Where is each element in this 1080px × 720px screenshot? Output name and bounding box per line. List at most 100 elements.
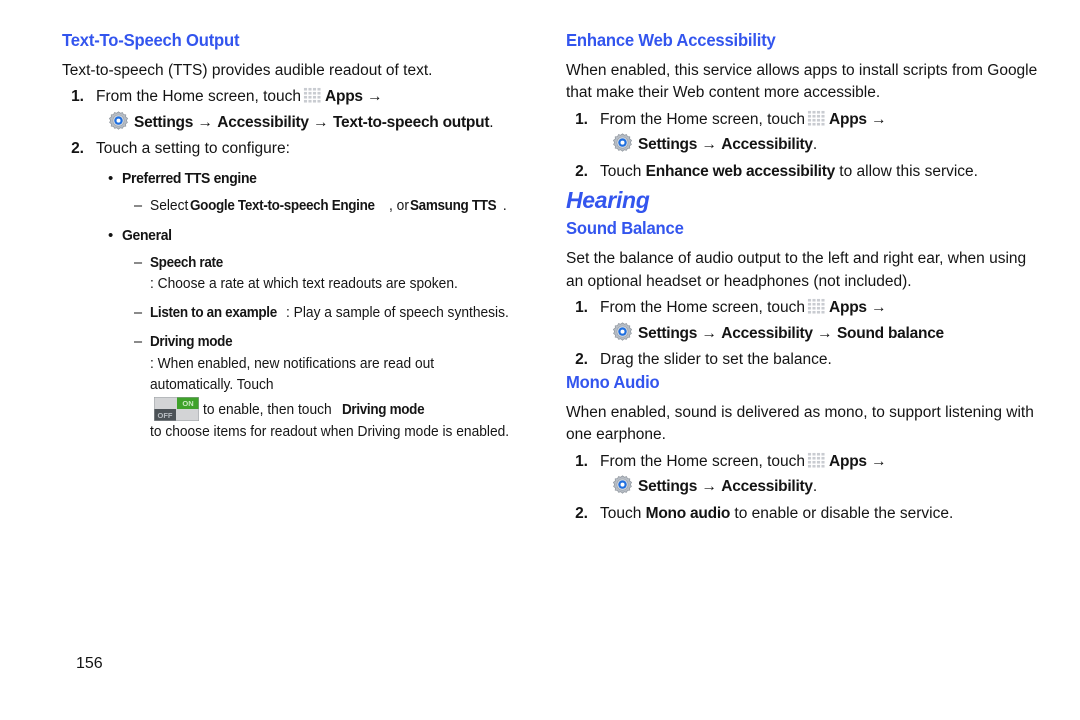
settings-gear-icon xyxy=(612,133,633,154)
tts-step-1-period: . xyxy=(489,113,494,131)
tts-step-2-text: Touch a setting to configure: xyxy=(96,140,290,158)
right-column: Enhance Web Accessibility When enabled, … xyxy=(566,30,1044,525)
enhance-web-step-2-number: 2. xyxy=(575,162,588,180)
tts-step-1-target-label: Text-to-speech output xyxy=(332,113,490,131)
dash-icon-1: – xyxy=(134,197,143,214)
mono-audio-step-1-text: From the Home screen, touch xyxy=(600,452,806,470)
tts-step-1-continuation: Settings → Accessibility → Text-to-speec… xyxy=(108,111,540,134)
tts-step-1-apps-label: Apps xyxy=(325,88,363,106)
arrow-icon-7: → xyxy=(701,324,717,342)
enhance-web-step-2: 2. Touch Enhance web accessibility to al… xyxy=(566,161,1044,183)
tts-step-2-number: 2. xyxy=(71,140,84,158)
sound-balance-apps-label: Apps xyxy=(829,299,867,317)
mono-audio-step-1: 1. From the Home screen, touch Apps → xyxy=(566,451,1044,473)
tts-step-1-body: From the Home screen, touch Apps → xyxy=(96,86,540,108)
enhance-web-step-1-apps-label: Apps xyxy=(829,110,867,128)
dash-icon-3: – xyxy=(134,305,143,322)
apps-grid-icon xyxy=(303,87,322,104)
arrow-icon-9: → xyxy=(871,452,887,470)
sound-balance-target-label: Sound balance xyxy=(836,324,944,342)
svg-text:ON: ON xyxy=(182,399,193,408)
or-text: , or xyxy=(388,197,409,214)
enhance-web-step-1-period: . xyxy=(812,136,818,154)
list-item-speech-rate: – Speech rate: Choose a rate at which te… xyxy=(134,253,540,297)
mono-audio-step-1-body: From the Home screen, touch Apps → xyxy=(600,451,1044,473)
page-number: 156 xyxy=(76,655,103,672)
tts-step-1-accessibility-label: Accessibility xyxy=(217,113,309,131)
enhance-web-accessibility-label: Accessibility xyxy=(721,136,813,154)
sound-balance-settings-label: Settings xyxy=(638,324,698,342)
driving-mode-text-2: to enable, then touch xyxy=(203,402,332,419)
enhance-web-step-2-pre: Touch xyxy=(600,162,646,180)
settings-gear-icon xyxy=(612,322,633,343)
arrow-icon-1: → xyxy=(367,88,383,106)
mono-audio-step-2: 2. Touch Mono audio to enable or disable… xyxy=(566,503,1044,525)
enhance-web-step-2-post: to allow this service. xyxy=(834,162,978,180)
sound-balance-step-2-text: Drag the slider to set the balance. xyxy=(600,351,832,369)
svg-text:OFF: OFF xyxy=(158,411,173,420)
arrow-icon-8: → xyxy=(817,324,833,342)
apps-grid-icon xyxy=(807,109,826,127)
sound-balance-step-2: 2. Drag the slider to set the balance. xyxy=(566,349,1044,371)
section-title-enhance-web-accessibility: Enhance Web Accessibility xyxy=(566,30,776,50)
tts-intro-paragraph: Text-to-speech (TTS) provides audible re… xyxy=(62,62,433,79)
select-end-period: . xyxy=(502,197,507,214)
enhance-web-intro-paragraph: When enabled, this service allows apps t… xyxy=(566,62,1038,102)
mono-audio-apps-label: Apps xyxy=(829,452,867,470)
list-item-select-engine: – Select Google Text-to-speech Engine , o… xyxy=(134,196,540,218)
tts-step-2: 2. Touch a setting to configure: xyxy=(62,138,540,160)
tts-step-1: 1. From the Home screen, touch Apps → xyxy=(62,86,540,108)
tts-step-1-number: 1. xyxy=(71,88,84,106)
on-off-toggle-icon[interactable]: ON OFF xyxy=(153,396,200,422)
mono-audio-step-2-number: 2. xyxy=(575,504,588,522)
list-item-preferred-tts-engine: • Preferred TTS engine xyxy=(108,168,540,189)
section-title-sound-balance: Sound Balance xyxy=(566,218,684,239)
list-item-listen-example: – Listen to an example: Play a sample of… xyxy=(134,303,540,325)
mono-audio-step-1-period: . xyxy=(812,478,818,496)
samsung-tts-label: Samsung TTS xyxy=(409,197,497,214)
enhance-web-step-1-continuation: Settings → Accessibility. xyxy=(612,133,1044,156)
sound-balance-step-1-number: 1. xyxy=(575,299,588,317)
mono-audio-intro-paragraph: When enabled, sound is delivered as mono… xyxy=(566,403,1034,444)
arrow-icon-5: → xyxy=(701,136,717,154)
driving-mode-text-3: to choose items for readout when Driving… xyxy=(150,423,510,440)
sound-balance-step-2-number: 2. xyxy=(575,351,588,369)
enhance-web-step-1: 1. From the Home screen, touch Apps → xyxy=(566,109,1044,131)
settings-gear-icon xyxy=(612,475,633,496)
driving-mode-bold-2: Driving mode xyxy=(342,402,425,419)
mono-audio-step-1-continuation: Settings → Accessibility. xyxy=(612,475,1044,498)
sound-balance-step-1-body: From the Home screen, touch Apps → xyxy=(600,297,1044,319)
section-title-mono-audio: Mono Audio xyxy=(566,371,660,392)
mono-audio-step-2-post: to enable or disable the service. xyxy=(730,504,954,522)
sound-balance-step-1: 1. From the Home screen, touch Apps → xyxy=(566,297,1044,319)
left-column: Text-To-Speech Output Text-to-speech (TT… xyxy=(62,30,540,444)
dash-body-speech-rate: Speech rate: Choose a rate at which text… xyxy=(150,253,540,297)
manual-page: Text-To-Speech Output Text-to-speech (TT… xyxy=(0,0,1080,720)
enhance-web-settings-label: Settings xyxy=(638,136,698,154)
sound-balance-step-1-continuation: Settings → Accessibility → Sound balance xyxy=(612,322,1044,345)
mono-audio-step-2-body: Touch Mono audio to enable or disable th… xyxy=(600,503,1044,525)
enhance-web-step-1-text: From the Home screen, touch xyxy=(600,110,806,128)
list-item-general: • General xyxy=(108,225,540,246)
dash-icon-4: – xyxy=(134,333,143,350)
google-tts-engine-label: Google Text-to-speech Engine xyxy=(190,197,376,214)
apps-grid-icon xyxy=(807,451,826,469)
dash-body-select-engine: Select Google Text-to-speech Engine, or … xyxy=(150,196,540,218)
bullet-icon-1: • xyxy=(108,169,114,187)
enhance-web-step-1-body: From the Home screen, touch Apps → xyxy=(600,109,1044,131)
enhance-web-step-2-body: Touch Enhance web accessibility to allow… xyxy=(600,161,1044,183)
dash-body-listen-example: Listen to an example: Play a sample of s… xyxy=(150,303,540,325)
list-item-driving-mode: – Driving mode: When enabled, new notifi… xyxy=(134,332,540,444)
mono-audio-accessibility-label: Accessibility xyxy=(721,478,813,496)
mono-audio-settings-label: Settings xyxy=(638,478,698,496)
dash-icon-2: – xyxy=(134,254,143,271)
section-title-text-to-speech-output: Text-To-Speech Output xyxy=(62,30,240,50)
apps-grid-icon xyxy=(807,298,826,315)
select-text: Select xyxy=(150,197,189,214)
enhance-web-step-1-number: 1. xyxy=(575,110,588,128)
mono-audio-step-1-number: 1. xyxy=(575,452,588,470)
arrow-icon-4: → xyxy=(871,110,887,128)
tts-step-1-settings-label: Settings xyxy=(134,113,194,131)
driving-mode-label: Driving mode xyxy=(150,333,233,350)
speech-rate-text: : Choose a rate at which text readouts a… xyxy=(150,276,458,293)
